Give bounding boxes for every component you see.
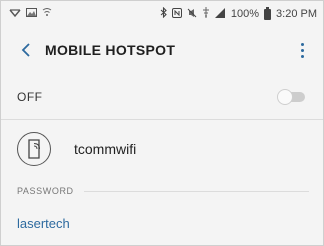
phone-screen: 100% 3:20 PM MOBILE HOTSPOT OFF tcommwif…: [0, 0, 324, 246]
password-section-header: PASSWORD: [17, 183, 309, 199]
nfc-icon: [171, 7, 182, 21]
app-bar: MOBILE HOTSPOT: [1, 27, 323, 73]
mute-icon: [187, 8, 197, 21]
status-bar-right: 100% 3:20 PM: [160, 6, 317, 21]
hotspot-switch[interactable]: [277, 89, 307, 105]
wifi-direct-icon: [42, 8, 52, 20]
more-options-icon[interactable]: [289, 35, 315, 65]
status-bar-left: [9, 8, 52, 21]
password-header-label: PASSWORD: [17, 186, 74, 196]
section-divider: [83, 190, 309, 192]
hotspot-toggle-row[interactable]: OFF: [1, 75, 323, 119]
data-saver-icon: [202, 7, 210, 21]
gallery-icon: [26, 8, 37, 20]
switch-thumb: [277, 89, 293, 105]
network-name-row[interactable]: tcommwifi: [1, 123, 323, 175]
signal-icon: [214, 7, 226, 21]
hotspot-state-label: OFF: [17, 90, 43, 104]
status-bar: 100% 3:20 PM: [1, 1, 323, 27]
status-time: 3:20 PM: [276, 8, 317, 20]
notification-icon: [9, 8, 21, 21]
battery-icon: [264, 6, 272, 20]
battery-percent: 100%: [230, 8, 260, 20]
password-value[interactable]: lasertech: [17, 216, 70, 231]
back-arrow-icon[interactable]: [9, 27, 43, 73]
page-title: MOBILE HOTSPOT: [45, 42, 176, 58]
divider: [1, 119, 323, 120]
bluetooth-icon: [160, 6, 167, 21]
network-name: tcommwifi: [74, 141, 137, 157]
hotspot-device-icon: [17, 132, 51, 166]
